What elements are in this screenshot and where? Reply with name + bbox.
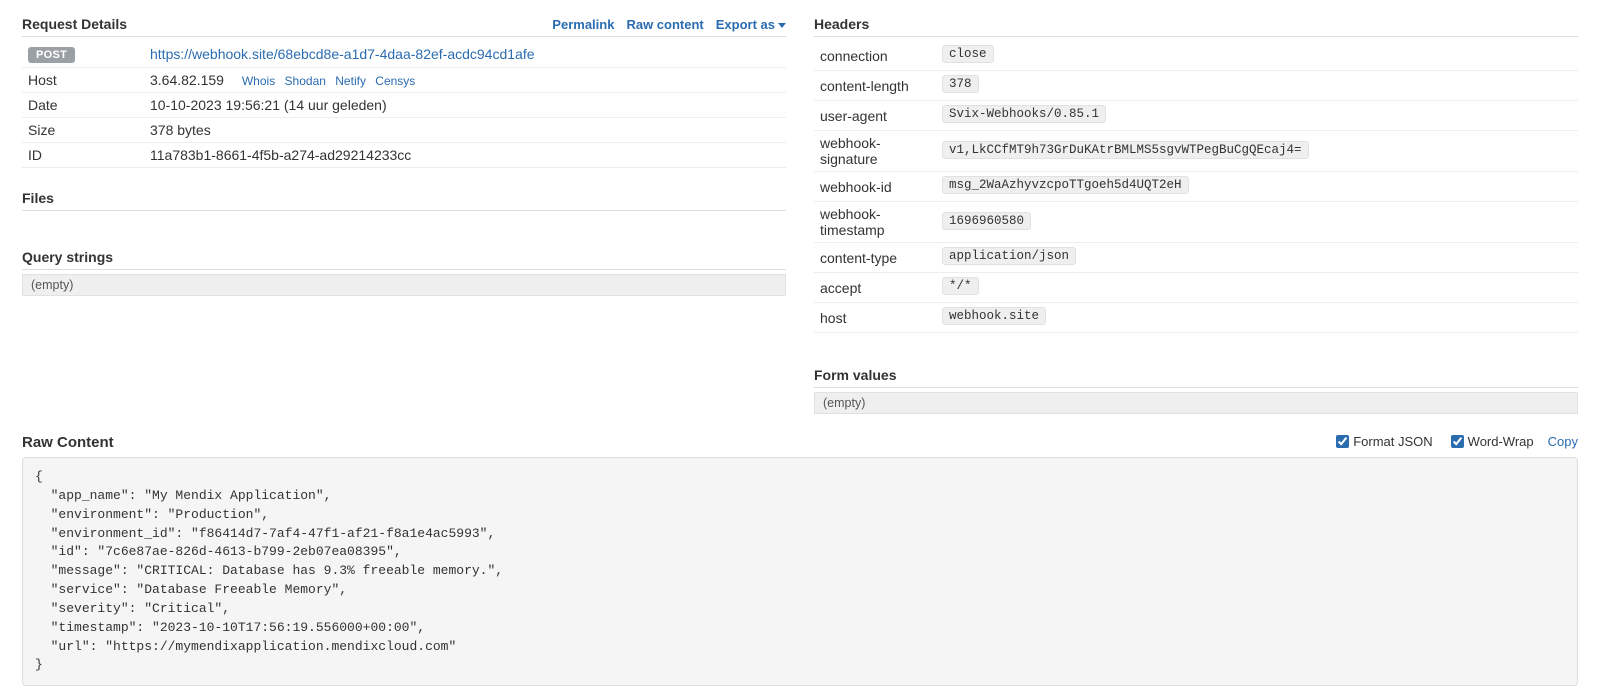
headers-title: Headers [814, 16, 1578, 37]
header-value-cell: application/json [936, 243, 1578, 273]
id-label: ID [22, 143, 144, 168]
header-value-cell: 378 [936, 71, 1578, 101]
method-badge: POST [28, 47, 75, 63]
host-label: Host [22, 68, 144, 93]
header-key: webhook-id [814, 172, 936, 202]
header-value: 1696960580 [942, 212, 1031, 230]
request-details-title: Request Details [22, 16, 127, 32]
header-value: application/json [942, 247, 1076, 265]
date-label: Date [22, 93, 144, 118]
size-value: 378 bytes [144, 118, 786, 143]
header-key: user-agent [814, 101, 936, 131]
header-key: host [814, 303, 936, 333]
header-value-cell: webhook.site [936, 303, 1578, 333]
header-value: */* [942, 277, 979, 295]
header-value: webhook.site [942, 307, 1046, 325]
censys-link[interactable]: Censys [375, 74, 415, 88]
word-wrap-checkbox[interactable] [1451, 435, 1464, 448]
header-row: user-agent Svix-Webhooks/0.85.1 [814, 101, 1578, 131]
form-values-empty: (empty) [814, 392, 1578, 414]
raw-content-title: Raw Content [22, 434, 114, 451]
query-strings-title: Query strings [22, 249, 786, 270]
netify-link[interactable]: Netify [335, 74, 366, 88]
header-row: content-length 378 [814, 71, 1578, 101]
word-wrap-label: Word-Wrap [1468, 434, 1534, 449]
chevron-down-icon [778, 23, 786, 28]
header-value: Svix-Webhooks/0.85.1 [942, 105, 1106, 123]
word-wrap-toggle[interactable]: Word-Wrap [1447, 432, 1534, 451]
header-value-cell: v1,LkCCfMT9h73GrDuKAtrBMLMS5sgvWTPegBuCg… [936, 131, 1578, 172]
header-key: content-length [814, 71, 936, 101]
header-value: msg_2WaAzhyvzcpoTTgoeh5d4UQT2eH [942, 176, 1189, 194]
query-strings-empty: (empty) [22, 274, 786, 296]
request-details-table: POST https://webhook.site/68ebcd8e-a1d7-… [22, 41, 786, 168]
header-value: 378 [942, 75, 979, 93]
raw-content-body: { "app_name": "My Mendix Application", "… [22, 457, 1578, 686]
format-json-label: Format JSON [1353, 434, 1432, 449]
header-row: accept */* [814, 273, 1578, 303]
permalink-link[interactable]: Permalink [552, 17, 614, 32]
header-value: close [942, 45, 994, 63]
size-label: Size [22, 118, 144, 143]
header-key: connection [814, 41, 936, 71]
export-as-dropdown[interactable]: Export as [716, 17, 786, 32]
header-value-cell: */* [936, 273, 1578, 303]
id-value: 11a783b1-8661-4f5b-a274-ad29214233cc [144, 143, 786, 168]
header-key: content-type [814, 243, 936, 273]
headers-table: connection close content-length 378 user-age… [814, 41, 1578, 333]
header-row: content-type application/json [814, 243, 1578, 273]
header-row: connection close [814, 41, 1578, 71]
export-as-label: Export as [716, 17, 775, 32]
header-key: accept [814, 273, 936, 303]
header-key: webhook-timestamp [814, 202, 936, 243]
copy-link[interactable]: Copy [1548, 434, 1578, 449]
header-row: webhook-timestamp 1696960580 [814, 202, 1578, 243]
header-row: host webhook.site [814, 303, 1578, 333]
format-json-checkbox[interactable] [1336, 435, 1349, 448]
format-json-toggle[interactable]: Format JSON [1332, 432, 1432, 451]
files-title: Files [22, 190, 786, 211]
header-key: webhook-signature [814, 131, 936, 172]
header-value: v1,LkCCfMT9h73GrDuKAtrBMLMS5sgvWTPegBuCg… [942, 141, 1309, 159]
request-url-link[interactable]: https://webhook.site/68ebcd8e-a1d7-4daa-… [150, 46, 535, 62]
whois-link[interactable]: Whois [242, 74, 275, 88]
header-value-cell: close [936, 41, 1578, 71]
form-values-title: Form values [814, 367, 1578, 388]
header-row: webhook-signature v1,LkCCfMT9h73GrDuKAtrB… [814, 131, 1578, 172]
request-details-header: Request Details Permalink Raw content Ex… [22, 16, 786, 37]
host-value: 3.64.82.159 [150, 72, 224, 88]
header-value-cell: 1696960580 [936, 202, 1578, 243]
shodan-link[interactable]: Shodan [285, 74, 326, 88]
raw-content-link[interactable]: Raw content [626, 17, 703, 32]
date-value: 10-10-2023 19:56:21 (14 uur geleden) [144, 93, 786, 118]
header-row: webhook-id msg_2WaAzhyvzcpoTTgoeh5d4UQT2e… [814, 172, 1578, 202]
header-value-cell: msg_2WaAzhyvzcpoTTgoeh5d4UQT2eH [936, 172, 1578, 202]
header-value-cell: Svix-Webhooks/0.85.1 [936, 101, 1578, 131]
